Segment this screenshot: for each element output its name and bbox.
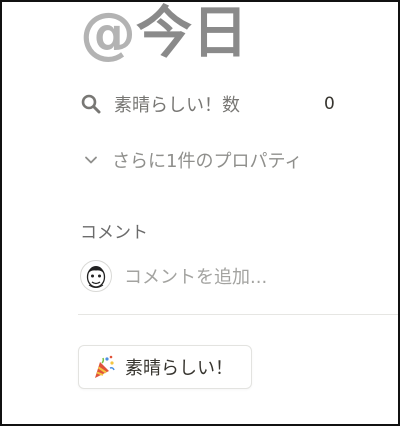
comment-input[interactable]: コメントを追加... <box>124 263 267 289</box>
property-row-awesome-count[interactable]: 素晴らしい！数 0 <box>80 88 350 120</box>
page-frame: @今日 素晴らしい！数 0 さらに1件のプロパティ コメント コメントを追加..… <box>0 0 400 426</box>
avatar <box>80 260 112 292</box>
chevron-down-icon <box>80 149 102 171</box>
party-popper-icon <box>91 354 117 380</box>
title-text: 今日 <box>136 1 248 66</box>
property-value[interactable]: 0 <box>324 94 335 114</box>
awesome-reaction-button[interactable]: 素晴らしい！ <box>78 345 252 389</box>
property-label: 素晴らしい！数 <box>114 95 240 116</box>
comment-composer[interactable]: コメントを追加... <box>80 258 267 294</box>
reaction-label: 素晴らしい！ <box>125 358 233 379</box>
search-icon <box>80 93 102 115</box>
divider <box>78 314 398 315</box>
more-properties-label: さらに1件のプロパティ <box>112 151 303 172</box>
more-properties-toggle[interactable]: さらに1件のプロパティ <box>80 144 302 176</box>
title-at-symbol: @ <box>80 1 136 66</box>
comments-heading: コメント <box>80 223 148 243</box>
page-title[interactable]: @今日 <box>80 2 248 66</box>
